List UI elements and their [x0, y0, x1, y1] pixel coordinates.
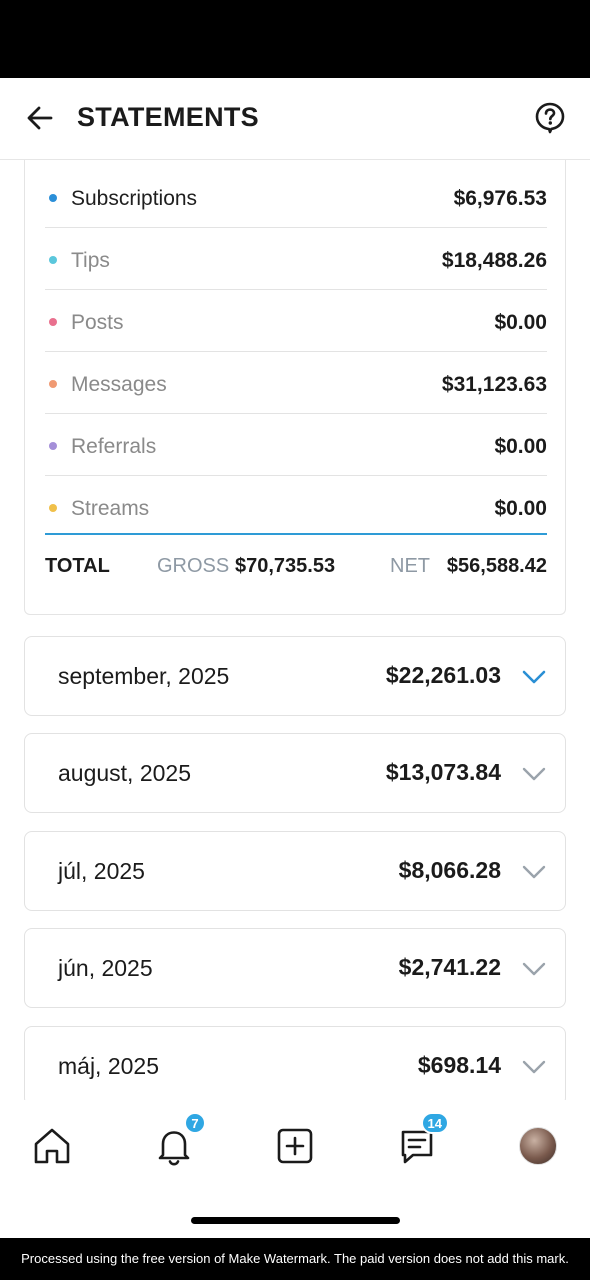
home-indicator — [191, 1217, 400, 1224]
month-label: júl, 2025 — [58, 858, 145, 884]
arrow-left-icon — [27, 106, 53, 130]
month-card-jun-2025[interactable]: jún, 2025 $2,741.22 — [24, 928, 566, 1008]
category-dot — [49, 194, 57, 202]
total-row: TOTAL GROSS $70,735.53 NET $56,588.42 — [45, 535, 547, 595]
chevron-down-icon[interactable] — [521, 761, 547, 787]
category-row-subscriptions: Subscriptions $6,976.53 — [45, 166, 547, 228]
home-icon — [34, 1128, 70, 1164]
chevron-down-icon[interactable] — [521, 1054, 547, 1080]
notifications-badge: 7 — [184, 1112, 206, 1134]
category-row-messages: Messages $31,123.63 — [45, 352, 547, 414]
category-value: $31,123.63 — [441, 373, 547, 396]
watermark-bar: Processed using the free version of Make… — [0, 1238, 590, 1280]
month-label: august, 2025 — [58, 760, 192, 786]
net-label: NET — [390, 555, 430, 577]
category-dot — [49, 380, 57, 388]
tab-home[interactable] — [28, 1122, 76, 1170]
month-label: máj, 2025 — [58, 1053, 160, 1079]
chevron-down-icon[interactable] — [521, 859, 547, 885]
back-button[interactable] — [20, 98, 60, 138]
gross-value: $70,735.53 — [235, 555, 336, 577]
category-dot — [49, 504, 57, 512]
total-label: TOTAL — [45, 555, 110, 577]
category-row-tips: Tips $18,488.26 — [45, 228, 547, 290]
chevron-down-icon[interactable] — [521, 664, 547, 690]
month-total: $22,261.03 — [385, 662, 501, 688]
category-value: $0.00 — [494, 435, 547, 458]
month-card-maj-2025[interactable]: máj, 2025 $698.14 — [24, 1026, 566, 1106]
month-total: $2,741.22 — [398, 954, 501, 980]
month-total: $698.14 — [417, 1052, 501, 1078]
earnings-breakdown: Subscriptions $6,976.53 Tips $18,488.26 … — [24, 160, 566, 615]
chevron-down-icon[interactable] — [521, 956, 547, 982]
category-value: $0.00 — [494, 497, 547, 520]
gross-label: GROSS — [157, 555, 230, 577]
category-label: Messages — [71, 373, 167, 396]
month-label: september, 2025 — [58, 663, 230, 689]
net-value: $56,588.42 — [446, 555, 547, 577]
header: STATEMENTS — [0, 78, 590, 160]
page-title: STATEMENTS — [77, 102, 259, 132]
tab-create-post[interactable] — [271, 1122, 319, 1170]
category-dot — [49, 318, 57, 326]
tab-notifications[interactable]: 7 — [150, 1112, 206, 1170]
category-label: Streams — [71, 497, 150, 520]
month-total: $13,073.84 — [385, 759, 501, 785]
category-value: $18,488.26 — [441, 249, 547, 272]
category-label: Subscriptions — [71, 187, 198, 210]
category-value: $0.00 — [494, 311, 547, 334]
tab-messages[interactable]: 14 — [393, 1112, 449, 1170]
help-icon — [535, 102, 565, 134]
avatar — [519, 1127, 557, 1165]
statements-screen: STATEMENTS Subscriptions $6,976.53 Tips … — [0, 78, 590, 1238]
month-card-august-2025[interactable]: august, 2025 $13,073.84 — [24, 733, 566, 813]
category-label: Tips — [71, 249, 110, 272]
month-total: $8,066.28 — [398, 857, 501, 883]
messages-badge: 14 — [420, 1112, 449, 1134]
help-button[interactable] — [532, 100, 568, 136]
tab-profile[interactable] — [514, 1122, 562, 1170]
category-row-streams: Streams $0.00 — [45, 476, 547, 538]
status-bar — [0, 0, 590, 78]
category-row-posts: Posts $0.00 — [45, 290, 547, 352]
month-card-september-2025[interactable]: september, 2025 $22,261.03 — [24, 636, 566, 716]
category-label: Posts — [71, 311, 124, 334]
month-card-jul-2025[interactable]: júl, 2025 $8,066.28 — [24, 831, 566, 911]
category-value: $6,976.53 — [453, 187, 547, 210]
watermark-text: Processed using the free version of Make… — [21, 1251, 569, 1266]
month-label: jún, 2025 — [58, 955, 153, 981]
category-dot — [49, 442, 57, 450]
category-row-referrals: Referrals $0.00 — [45, 414, 547, 476]
add-square-icon — [277, 1128, 313, 1164]
category-label: Referrals — [71, 435, 157, 458]
bottom-tab-bar: 7 14 — [0, 1100, 590, 1238]
category-dot — [49, 256, 57, 264]
